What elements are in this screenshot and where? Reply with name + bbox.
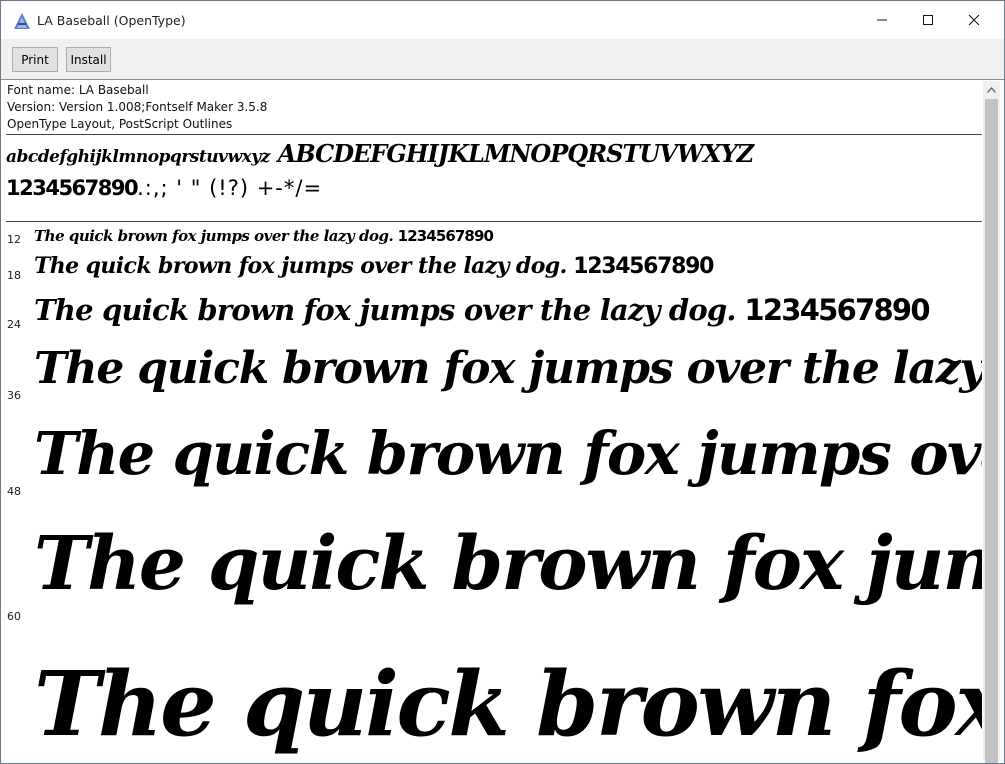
sample-text: The quick brown fox jumps over the lazy … — [34, 227, 494, 245]
vertical-scrollbar[interactable] — [983, 81, 1000, 763]
window-title: LA Baseball (OpenType) — [37, 13, 186, 28]
size-label: 18 — [7, 269, 21, 282]
sample-text: The quick brown fox jumps over the lazy … — [34, 253, 714, 279]
font-name-label: Font name: LA Baseball — [7, 83, 149, 97]
sample-digits: 1234567890 — [744, 293, 930, 327]
title-bar[interactable]: LA Baseball (OpenType) — [1, 1, 1004, 39]
size-label: 24 — [7, 318, 21, 331]
print-button[interactable]: Print — [12, 47, 58, 72]
punctuation-glyphs: .:,; ' " (!?) +-*/= — [137, 176, 323, 200]
close-button[interactable] — [951, 1, 997, 39]
sample-sentence: The quick brown fox jumps over the lazy … — [34, 343, 982, 394]
sample-text: The quick brown fox jumps over the lazy … — [34, 651, 982, 756]
sample-sentence: The quick brown fox jumps over the lazy … — [34, 293, 737, 327]
font-preview-area: Font name: LA Baseball Version: Version … — [6, 81, 982, 761]
scroll-up-button[interactable] — [983, 81, 1000, 98]
sample-text: The quick brown fox jumps over the lazy … — [34, 293, 931, 327]
lowercase-glyphs: abcdefghijklmnopqrstuvwxyz — [6, 147, 270, 167]
sample-sentence: The quick brown fox jumps over the lazy … — [34, 651, 982, 756]
sample-sentence: The quick brown fox jumps over the lazy … — [34, 419, 982, 488]
divider — [6, 134, 982, 135]
size-label: 48 — [7, 485, 21, 498]
size-label: 36 — [7, 389, 21, 402]
install-button[interactable]: Install — [66, 47, 111, 72]
maximize-button[interactable] — [905, 1, 951, 39]
sample-digits: 1234567890 — [397, 227, 494, 245]
digit-glyphs: 1234567890 — [6, 176, 139, 200]
sample-sentence: The quick brown fox jumps over the lazy … — [34, 253, 567, 279]
font-preview-window: LA Baseball (OpenType) Print Install Fon… — [0, 0, 1005, 764]
font-outlines-label: OpenType Layout, PostScript Outlines — [7, 117, 233, 131]
sample-text: The quick brown fox jumps over the lazy … — [34, 343, 982, 394]
sample-sentence: The quick brown fox jumps over the lazy … — [34, 521, 982, 607]
sample-text: The quick brown fox jumps over the lazy … — [34, 521, 982, 607]
scroll-thumb[interactable] — [985, 99, 998, 763]
close-icon — [968, 14, 980, 26]
uppercase-glyphs: ABCDEFGHIJKLMNOPQRSTUVWXYZ — [277, 139, 754, 168]
size-label: 60 — [7, 610, 21, 623]
charset-letters: abcdefghijklmnopqrstuvwxyz ABCDEFGHIJKLMN… — [6, 139, 754, 168]
sample-digits: 1234567890 — [573, 254, 714, 279]
sample-text: The quick brown fox jumps over the lazy … — [34, 419, 982, 488]
maximize-icon — [923, 15, 933, 25]
minimize-icon — [877, 19, 887, 21]
size-label: 12 — [7, 233, 21, 246]
toolbar: Print Install — [1, 39, 1004, 80]
charset-numbers: 1234567890.:,; ' " (!?) +-*/= — [6, 176, 322, 200]
minimize-button[interactable] — [859, 1, 905, 39]
font-viewer-icon — [13, 12, 31, 30]
chevron-up-icon — [987, 86, 996, 93]
font-version-label: Version: Version 1.008;Fontself Maker 3.… — [7, 100, 268, 114]
sample-sentence: The quick brown fox jumps over the lazy … — [34, 227, 394, 245]
divider — [6, 221, 982, 222]
